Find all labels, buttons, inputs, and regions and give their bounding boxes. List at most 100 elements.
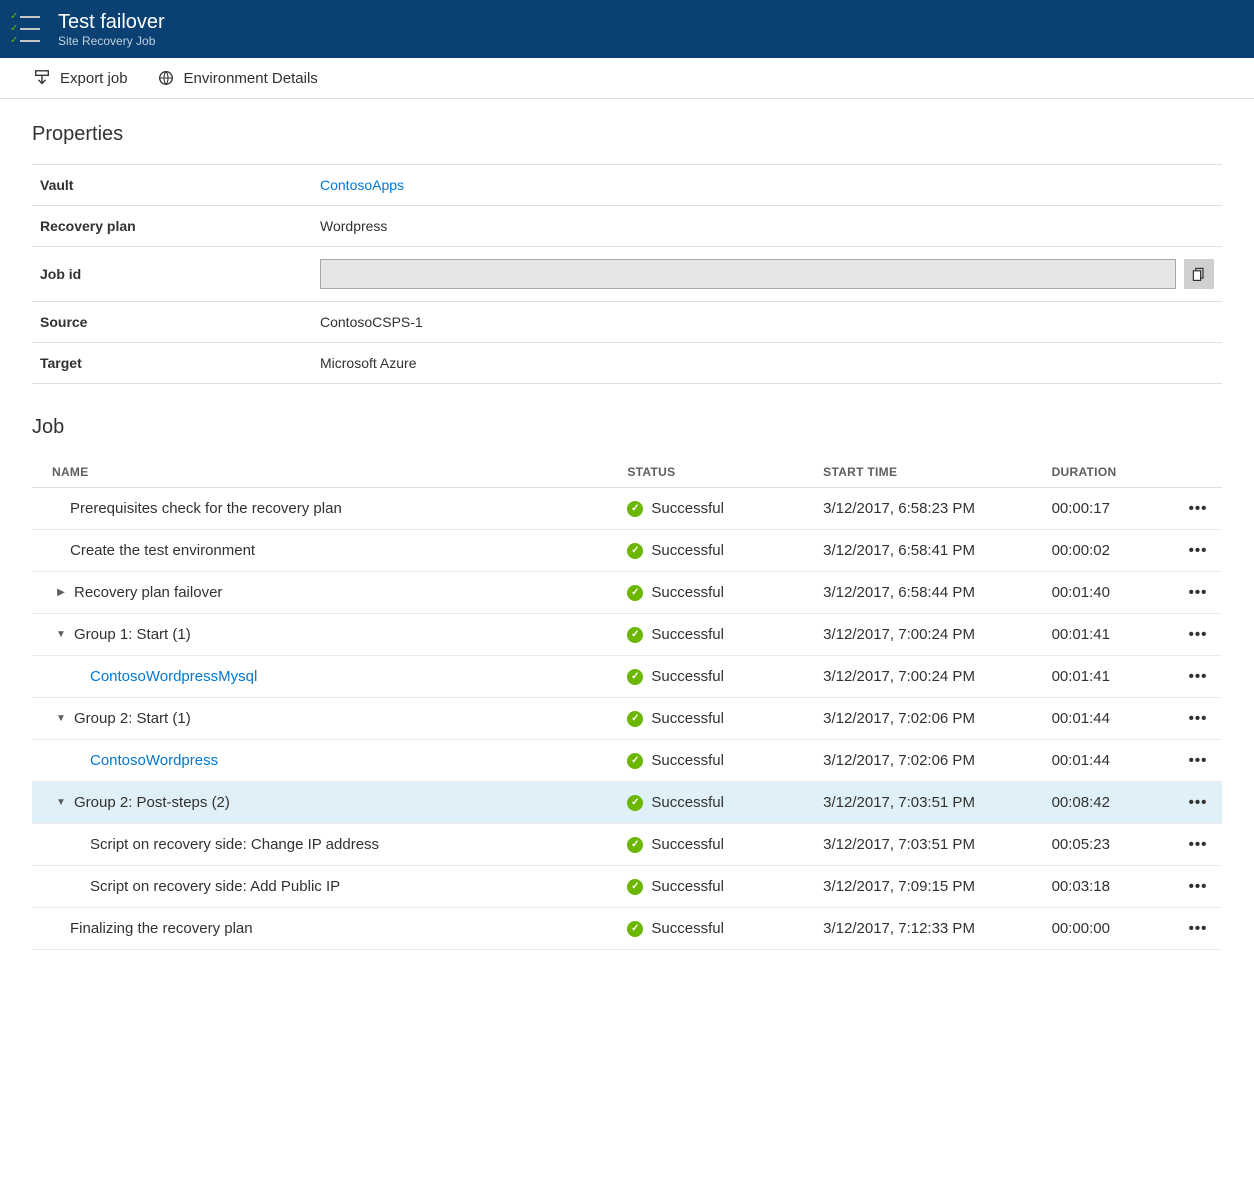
status-text: Successful <box>651 584 724 601</box>
status-text: Successful <box>651 920 724 937</box>
col-status-header[interactable]: STATUS <box>619 457 815 488</box>
start-time-value: 3/12/2017, 7:03:51 PM <box>815 782 1043 824</box>
col-duration-header[interactable]: DURATION <box>1044 457 1175 488</box>
chevron-down-icon[interactable] <box>54 629 68 640</box>
row-menu-button[interactable]: ••• <box>1174 866 1222 908</box>
copy-button[interactable] <box>1184 259 1214 289</box>
vault-label: Vault <box>32 165 312 206</box>
start-time-value: 3/12/2017, 7:09:15 PM <box>815 866 1043 908</box>
row-menu-button[interactable]: ••• <box>1174 740 1222 782</box>
blade-header: ✓ ✓ ✓ Test failover Site Recovery Job <box>0 0 1254 58</box>
col-name-header[interactable]: NAME <box>32 457 619 488</box>
row-menu-button[interactable]: ••• <box>1174 824 1222 866</box>
row-menu-button[interactable]: ••• <box>1174 488 1222 530</box>
success-icon: ✓ <box>627 585 643 601</box>
job-step-name: Group 2: Post-steps (2) <box>74 794 230 811</box>
col-start-time-header[interactable]: START TIME <box>815 457 1043 488</box>
table-row[interactable]: Finalizing the recovery plan✓Successful3… <box>32 908 1222 950</box>
ellipsis-icon: ••• <box>1189 710 1208 727</box>
table-row[interactable]: ContosoWordpress ✓ Successful 3/12/2017, 7:… <box>32 740 1222 782</box>
globe-icon <box>156 68 176 88</box>
job-step-name[interactable]: ContosoWordpress <box>90 752 218 769</box>
start-time-value: 3/12/2017, 7:00:24 PM <box>815 614 1043 656</box>
success-icon: ✓ <box>627 879 643 895</box>
duration-value: 00:00:17 <box>1044 488 1175 530</box>
start-time-value: 3/12/2017, 6:58:44 PM <box>815 572 1043 614</box>
table-row[interactable]: Script on recovery side: Change IP addre… <box>32 824 1222 866</box>
duration-value: 00:00:00 <box>1044 908 1175 950</box>
start-time-value: 3/12/2017, 6:58:23 PM <box>815 488 1043 530</box>
table-row[interactable]: Group 1: Start (1)✓Successful3/12/2017, … <box>32 614 1222 656</box>
table-row[interactable]: Prerequisites check for the recovery pla… <box>32 488 1222 530</box>
ellipsis-icon: ••• <box>1189 836 1208 853</box>
table-row[interactable]: Recovery plan failover✓Successful3/12/20… <box>32 572 1222 614</box>
ellipsis-icon: ••• <box>1189 878 1208 895</box>
properties-heading: Properties <box>32 123 1222 146</box>
environment-details-button[interactable]: Environment Details <box>156 68 318 88</box>
page-title: Test failover <box>58 11 165 34</box>
recovery-plan-label: Recovery plan <box>32 206 312 247</box>
success-icon: ✓ <box>627 627 643 643</box>
job-step-name[interactable]: ContosoWordpressMysql <box>90 668 257 685</box>
table-row[interactable]: Script on recovery side: Add Public IP✓S… <box>32 866 1222 908</box>
ellipsis-icon: ••• <box>1189 752 1208 769</box>
source-value: ContosoCSPS-1 <box>312 302 1222 343</box>
table-row[interactable]: Group 2: Post-steps (2)✓Successful3/12/2… <box>32 782 1222 824</box>
job-id-label: Job id <box>32 247 312 302</box>
row-menu-button[interactable]: ••• <box>1174 908 1222 950</box>
duration-value: 00:01:41 <box>1044 614 1175 656</box>
success-icon: ✓ <box>627 669 643 685</box>
status-text: Successful <box>651 500 724 517</box>
table-row[interactable]: ContosoWordpressMysql✓Successful3/12/201… <box>32 656 1222 698</box>
status-text: Successful <box>651 710 724 727</box>
duration-value: 00:01:41 <box>1044 656 1175 698</box>
ellipsis-icon: ••• <box>1189 500 1208 517</box>
row-menu-button[interactable]: ••• <box>1174 656 1222 698</box>
success-icon: ✓ <box>627 837 643 853</box>
start-time-value: 3/12/2017, 7:02:06 PM <box>815 698 1043 740</box>
ellipsis-icon: ••• <box>1189 626 1208 643</box>
status-text: Successful <box>651 794 724 811</box>
success-icon: ✓ <box>627 501 643 517</box>
chevron-down-icon[interactable] <box>54 797 68 808</box>
status-text: Successful <box>651 626 724 643</box>
ellipsis-icon: ••• <box>1189 584 1208 601</box>
success-icon: ✓ <box>627 753 643 769</box>
job-id-input[interactable] <box>320 259 1176 289</box>
tasks-icon: ✓ ✓ ✓ <box>10 11 46 47</box>
row-menu-button[interactable]: ••• <box>1174 698 1222 740</box>
start-time-value: 3/12/2017, 7:02:06 PM <box>815 740 1043 782</box>
duration-value: 00:01:44 <box>1044 698 1175 740</box>
start-time-value: 3/12/2017, 7:12:33 PM <box>815 908 1043 950</box>
success-icon: ✓ <box>627 921 643 937</box>
properties-table: Vault ContosoApps Recovery plan Wordpres… <box>32 164 1222 384</box>
copy-icon <box>1191 266 1207 282</box>
row-menu-button[interactable]: ••• <box>1174 614 1222 656</box>
recovery-plan-value: Wordpress <box>312 206 1222 247</box>
row-menu-button[interactable]: ••• <box>1174 782 1222 824</box>
status-text: Successful <box>651 668 724 685</box>
job-step-name: Create the test environment <box>70 542 255 559</box>
environment-details-label: Environment Details <box>184 70 318 87</box>
export-job-button[interactable]: Export job <box>32 68 128 88</box>
target-label: Target <box>32 343 312 384</box>
duration-value: 00:01:40 <box>1044 572 1175 614</box>
vault-link[interactable]: ContosoApps <box>320 177 404 193</box>
row-menu-button[interactable]: ••• <box>1174 572 1222 614</box>
chevron-right-icon[interactable] <box>54 587 68 598</box>
job-step-name: Prerequisites check for the recovery pla… <box>70 500 342 517</box>
status-text: Successful <box>651 542 724 559</box>
table-row[interactable]: Create the test environment✓Successful3/… <box>32 530 1222 572</box>
start-time-value: 3/12/2017, 7:03:51 PM <box>815 824 1043 866</box>
status-text: Successful <box>651 878 724 895</box>
page-subtitle: Site Recovery Job <box>58 34 165 48</box>
job-heading: Job <box>32 416 1222 439</box>
duration-value: 00:01:44 <box>1044 740 1175 782</box>
chevron-down-icon[interactable] <box>54 713 68 724</box>
target-value: Microsoft Azure <box>312 343 1222 384</box>
table-row[interactable]: Group 2: Start (1)✓Successful3/12/2017, … <box>32 698 1222 740</box>
status-text: Successful <box>651 752 724 769</box>
duration-value: 00:08:42 <box>1044 782 1175 824</box>
row-menu-button[interactable]: ••• <box>1174 530 1222 572</box>
job-step-name: Script on recovery side: Change IP addre… <box>90 836 379 853</box>
